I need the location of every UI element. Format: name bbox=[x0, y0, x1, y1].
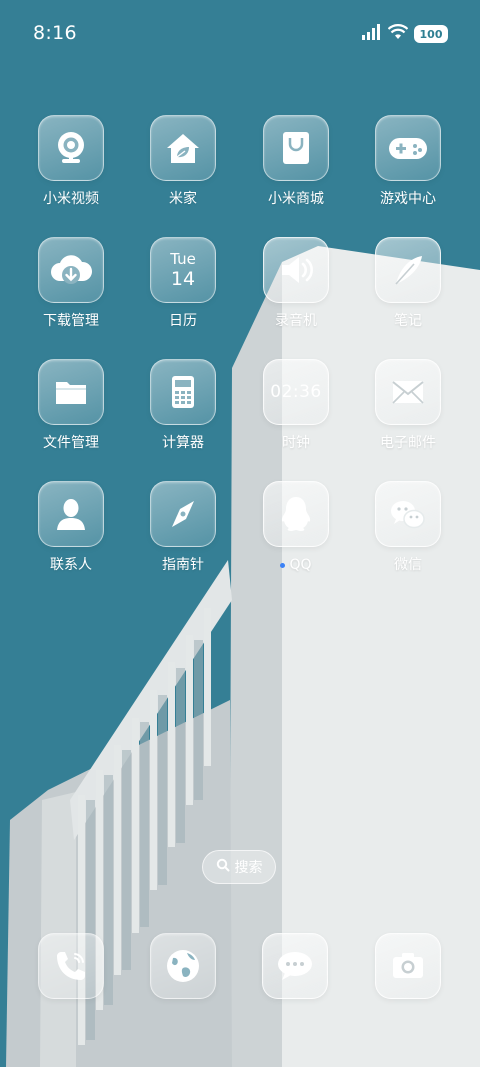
app-contacts[interactable]: 联系人 bbox=[15, 481, 127, 574]
clock-time: 02:36 bbox=[270, 382, 322, 402]
app-label: 笔记 bbox=[394, 313, 422, 329]
app-label: 文件管理 bbox=[43, 435, 99, 451]
app-label: 录音机 bbox=[275, 313, 317, 329]
clock-icon: 02:36 bbox=[263, 359, 329, 425]
dock-messages[interactable] bbox=[262, 933, 328, 999]
app-mijia[interactable]: 米家 bbox=[127, 115, 239, 208]
camera-icon bbox=[375, 933, 441, 999]
app-label: 小米视频 bbox=[43, 191, 99, 207]
app-label: 小米商城 bbox=[268, 191, 324, 207]
update-dot bbox=[280, 562, 286, 568]
search-button[interactable]: 搜索 bbox=[202, 850, 276, 884]
app-mi-store[interactable]: 小米商城 bbox=[240, 115, 352, 208]
browser-globe-icon bbox=[150, 933, 216, 999]
calendar-icon: Tue 14 bbox=[150, 237, 216, 303]
app-label: 游戏中心 bbox=[380, 191, 436, 207]
compass-icon bbox=[150, 481, 216, 547]
status-time: 8:16 bbox=[33, 22, 77, 44]
app-calendar[interactable]: Tue 14 日历 bbox=[127, 237, 239, 330]
app-label: 电子邮件 bbox=[380, 435, 436, 451]
penguin-icon bbox=[263, 481, 329, 547]
app-xiaomi-video[interactable]: 小米视频 bbox=[15, 115, 127, 208]
feather-icon bbox=[375, 237, 441, 303]
calendar-date: 14 bbox=[170, 267, 196, 290]
app-calculator[interactable]: 计算器 bbox=[127, 359, 239, 452]
folder-icon bbox=[38, 359, 104, 425]
person-icon bbox=[38, 481, 104, 547]
envelope-icon bbox=[375, 359, 441, 425]
chat-bubbles-icon bbox=[375, 481, 441, 547]
dock-browser[interactable] bbox=[150, 933, 216, 999]
app-files[interactable]: 文件管理 bbox=[15, 359, 127, 452]
app-label: 日历 bbox=[169, 313, 197, 329]
app-label: 计算器 bbox=[162, 435, 204, 451]
search-icon bbox=[216, 858, 230, 876]
app-clock[interactable]: 02:36 时钟 bbox=[240, 359, 352, 452]
app-label-with-dot: QQ bbox=[280, 556, 312, 574]
battery-indicator: 100 bbox=[414, 25, 448, 43]
app-label: 联系人 bbox=[50, 557, 92, 573]
search-label: 搜索 bbox=[234, 860, 263, 876]
shopping-bag-icon bbox=[263, 115, 329, 181]
speaker-icon bbox=[263, 237, 329, 303]
calendar-weekday: Tue bbox=[170, 249, 196, 268]
app-label: 指南针 bbox=[162, 557, 204, 573]
webcam-icon bbox=[38, 115, 104, 181]
cellular-signal-icon bbox=[362, 24, 382, 44]
home-leaf-icon bbox=[150, 115, 216, 181]
message-bubble-icon bbox=[262, 933, 328, 999]
app-qq[interactable]: QQ bbox=[240, 481, 352, 574]
app-recorder[interactable]: 录音机 bbox=[240, 237, 352, 330]
calculator-icon bbox=[150, 359, 216, 425]
dock-camera[interactable] bbox=[375, 933, 441, 999]
app-notes[interactable]: 笔记 bbox=[352, 237, 464, 330]
phone-icon bbox=[38, 933, 104, 999]
wifi-icon bbox=[387, 24, 409, 44]
dock-phone[interactable] bbox=[38, 933, 104, 999]
app-label: 微信 bbox=[394, 557, 422, 573]
app-label: 米家 bbox=[169, 191, 197, 207]
status-icons: 100 bbox=[362, 24, 448, 44]
cloud-download-icon bbox=[38, 237, 104, 303]
app-game-center[interactable]: 游戏中心 bbox=[352, 115, 464, 208]
qq-label: QQ bbox=[289, 557, 312, 573]
app-label: 下载管理 bbox=[43, 313, 99, 329]
app-label: 时钟 bbox=[282, 435, 310, 451]
app-email[interactable]: 电子邮件 bbox=[352, 359, 464, 452]
app-downloads[interactable]: 下载管理 bbox=[15, 237, 127, 330]
app-compass[interactable]: 指南针 bbox=[127, 481, 239, 574]
app-wechat[interactable]: 微信 bbox=[352, 481, 464, 574]
gamepad-icon bbox=[375, 115, 441, 181]
